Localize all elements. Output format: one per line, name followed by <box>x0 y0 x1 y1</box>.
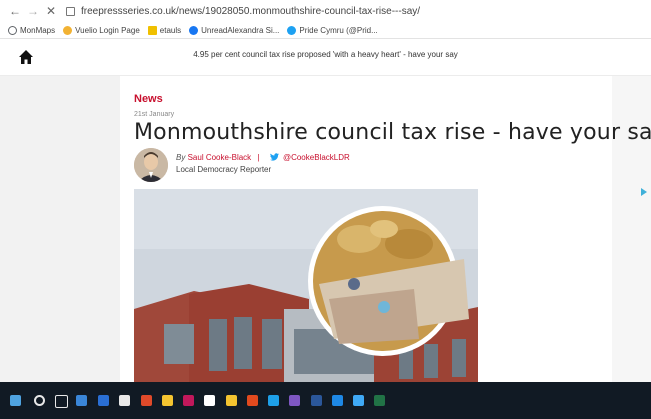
app-icon[interactable] <box>204 395 215 406</box>
app-icon[interactable] <box>76 395 87 406</box>
ad-choices-icon[interactable] <box>641 188 647 196</box>
section-label[interactable]: News <box>134 93 163 105</box>
vuelio-icon <box>63 25 73 35</box>
article-photo <box>134 189 478 382</box>
bookmark-label: UnreadAlexandra Si... <box>201 25 280 35</box>
task-view-icon[interactable] <box>55 395 68 408</box>
app-icon[interactable] <box>311 395 322 406</box>
author-name-link[interactable]: Saul Cooke-Black <box>188 153 252 162</box>
windows-start-icon[interactable] <box>10 395 21 406</box>
search-icon[interactable] <box>34 395 45 406</box>
app-icon[interactable] <box>332 395 343 406</box>
bookmark-vuelio[interactable]: Vuelio Login Page <box>63 25 140 35</box>
app-icon[interactable] <box>98 395 109 406</box>
app-icon[interactable] <box>162 395 173 406</box>
app-icon[interactable] <box>247 395 258 406</box>
bookmark-monmaps[interactable]: MonMaps <box>8 25 56 35</box>
site-header: 4.95 per cent council tax rise proposed … <box>0 39 651 76</box>
etauls-icon <box>147 25 157 35</box>
twitter-icon <box>287 25 297 35</box>
bookmark-label: Pride Cymru (@Prid... <box>299 25 378 35</box>
close-icon[interactable]: ✕ <box>42 2 60 20</box>
app-icon[interactable] <box>141 395 152 406</box>
app-icon[interactable] <box>183 395 194 406</box>
app-icon[interactable] <box>119 395 130 406</box>
back-arrow-icon[interactable]: ← <box>6 2 24 20</box>
app-icon[interactable] <box>353 395 364 406</box>
article-headline: Monmouthshire council tax rise - have yo… <box>134 120 651 145</box>
app-icon[interactable] <box>374 395 385 406</box>
header-article-title: 4.95 per cent council tax rise proposed … <box>193 50 458 59</box>
browser-url-bar: ← → ✕ freepressseries.co.uk/news/1902805… <box>0 0 651 22</box>
bookmark-label: MonMaps <box>20 25 56 35</box>
twitter-icon <box>269 153 279 161</box>
bookmarks-bar: MonMaps Vuelio Login Page etauls UnreadA… <box>0 22 651 39</box>
forward-arrow-icon[interactable]: → <box>24 2 42 20</box>
app-icon[interactable] <box>226 395 237 406</box>
bookmark-facebook[interactable]: UnreadAlexandra Si... <box>189 25 280 35</box>
lock-icon <box>66 6 75 16</box>
globe-icon <box>8 25 17 35</box>
bookmark-pride-cymru[interactable]: Pride Cymru (@Prid... <box>287 25 378 35</box>
app-icon[interactable] <box>289 395 300 406</box>
bookmark-label: etauls <box>159 25 182 35</box>
address-field[interactable]: freepressseries.co.uk/news/19028050.monm… <box>81 6 420 17</box>
byline-prefix: By <box>176 153 186 162</box>
os-taskbar <box>0 382 651 419</box>
article-date: 21st January <box>134 111 175 118</box>
byline: By Saul Cooke-Black | @CookeBlackLDR <box>176 153 350 162</box>
left-gutter <box>0 76 120 382</box>
bookmark-etauls[interactable]: etauls <box>147 25 182 35</box>
byline-separator: | <box>257 153 260 162</box>
bookmark-label: Vuelio Login Page <box>75 25 140 35</box>
twitter-handle-link[interactable]: @CookeBlackLDR <box>283 153 350 162</box>
author-role: Local Democracy Reporter <box>176 165 272 174</box>
author-avatar[interactable] <box>134 148 168 182</box>
app-icon[interactable] <box>268 395 279 406</box>
facebook-icon <box>189 25 199 35</box>
